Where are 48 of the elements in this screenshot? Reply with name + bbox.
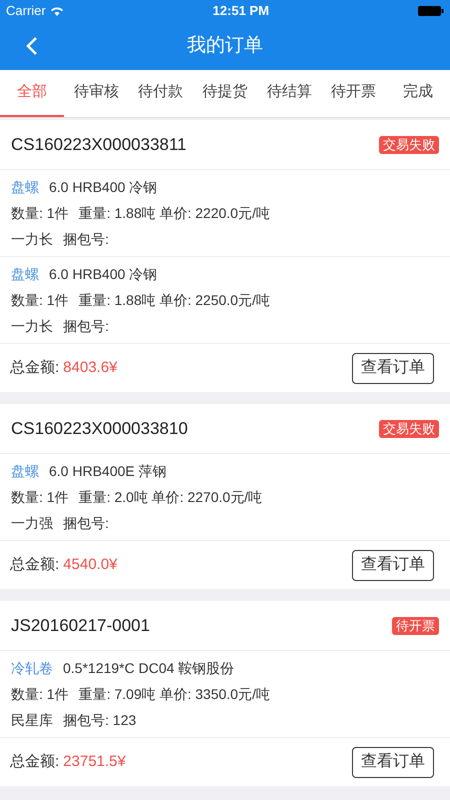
weight-price-text: 重量: 1.88吨 单价: 2250.0元/吨 bbox=[78, 291, 270, 310]
warehouse-text: 民星库 bbox=[11, 711, 53, 730]
view-order-button[interactable]: 查看订单 bbox=[352, 352, 434, 384]
warehouse-text: 一力长 bbox=[11, 230, 53, 249]
status-badge: 交易失败 bbox=[379, 136, 439, 154]
total-amount: 8403.6¥ bbox=[63, 358, 118, 378]
total-amount: 4540.0¥ bbox=[63, 554, 118, 575]
wifi-icon bbox=[50, 6, 64, 16]
status-badge: 交易失败 bbox=[379, 420, 439, 438]
filter-tab[interactable]: 待结算 bbox=[257, 70, 322, 117]
bundle-number: 捆包号: bbox=[63, 514, 109, 533]
filter-tab[interactable]: 待付款 bbox=[128, 70, 193, 117]
total-label: 总金额: bbox=[10, 752, 60, 772]
product-spec: 0.5*1219*C DC04 鞍钢股份 bbox=[63, 659, 234, 678]
quantity-text: 数量: 1件 bbox=[11, 488, 69, 507]
view-order-button[interactable]: 查看订单 bbox=[352, 550, 434, 580]
total-label: 总金额: bbox=[10, 358, 60, 378]
weight-price-text: 重量: 7.09吨 单价: 3350.0元/吨 bbox=[78, 685, 270, 704]
warehouse-text: 一力强 bbox=[11, 514, 53, 533]
bundle-number: 捆包号: 123 bbox=[63, 711, 136, 730]
view-order-button[interactable]: 查看订单 bbox=[352, 746, 434, 778]
warehouse-text: 一力长 bbox=[11, 317, 53, 336]
quantity-text: 数量: 1件 bbox=[11, 685, 69, 704]
product-spec: 6.0 HRB400E 萍钢 bbox=[49, 462, 166, 481]
page-title: 我的订单 bbox=[187, 34, 263, 58]
status-badge: 待开票 bbox=[392, 616, 439, 634]
quantity-text: 数量: 1件 bbox=[11, 291, 69, 310]
filter-tab[interactable]: 待开票 bbox=[321, 70, 386, 117]
filter-tab[interactable]: 完成 bbox=[386, 70, 450, 117]
product-spec: 6.0 HRB400 冷钢 bbox=[49, 265, 158, 284]
quantity-text: 数量: 1件 bbox=[11, 204, 69, 223]
back-icon[interactable] bbox=[26, 36, 38, 56]
bundle-number: 捆包号: bbox=[63, 317, 109, 336]
order-number: CS160223X000033810 bbox=[11, 418, 188, 440]
battery-icon bbox=[418, 6, 444, 16]
filter-tab[interactable]: 全部 bbox=[0, 70, 64, 117]
bundle-number: 捆包号: bbox=[63, 230, 109, 249]
product-spec: 6.0 HRB400 冷钢 bbox=[49, 178, 158, 197]
carrier-text: Carrier bbox=[6, 2, 46, 20]
total-label: 总金额: bbox=[10, 554, 60, 575]
clock-text: 12:51 PM bbox=[212, 2, 270, 20]
filter-tab[interactable]: 待提货 bbox=[192, 70, 258, 117]
filter-tab[interactable]: 待审核 bbox=[64, 70, 129, 117]
weight-price-text: 重量: 1.88吨 单价: 2220.0元/吨 bbox=[78, 204, 270, 223]
total-amount: 23751.5¥ bbox=[63, 752, 126, 772]
order-number: CS160223X000033811 bbox=[11, 134, 187, 156]
order-number: JS20160217-0001 bbox=[11, 614, 150, 637]
weight-price-text: 重量: 2.0吨 单价: 2270.0元/吨 bbox=[78, 488, 262, 507]
